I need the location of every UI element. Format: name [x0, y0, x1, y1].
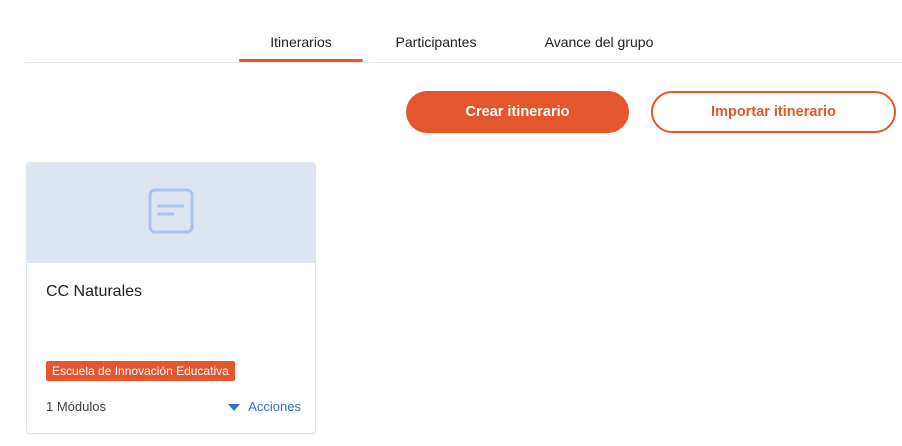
import-itinerary-button[interactable]: Importar itinerario	[651, 91, 896, 133]
school-badge: Escuela de Innovación Educativa	[46, 361, 235, 381]
caret-down-icon	[228, 403, 241, 411]
tab-bar: Itinerarios Participantes Avance del gru…	[26, 0, 902, 63]
module-count: 1 Módulos	[46, 399, 106, 414]
card-title: CC Naturales	[46, 283, 143, 300]
actions-label: Acciones	[248, 399, 301, 414]
page: Itinerarios Participantes Avance del gru…	[0, 0, 902, 446]
document-icon	[148, 188, 194, 239]
tab-participantes[interactable]: Participantes	[372, 30, 500, 62]
card-cover	[27, 163, 315, 263]
tab-itinerarios[interactable]: Itinerarios	[239, 30, 363, 62]
active-tab-indicator	[239, 59, 363, 62]
create-itinerary-button[interactable]: Crear itinerario	[406, 91, 629, 133]
itinerary-card[interactable]: CC Naturales Escuela de Innovación Educa…	[26, 162, 316, 434]
actions-dropdown[interactable]: Acciones	[228, 399, 301, 414]
tab-avance-del-grupo[interactable]: Avance del grupo	[514, 30, 684, 62]
